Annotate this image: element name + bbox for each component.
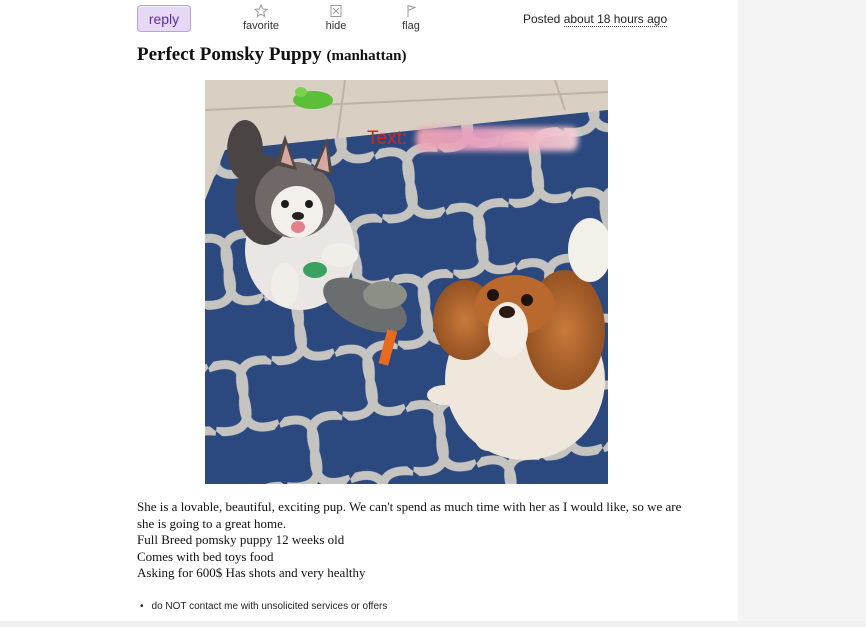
reply-button[interactable]: reply [137,5,191,32]
listing-title-text: Perfect Pomsky Puppy [137,44,322,65]
hide-label: hide [325,20,347,32]
posted-prefix: Posted [523,12,561,26]
listing-location: (manhattan) [326,48,407,64]
flag-icon [407,5,417,17]
posted-date: Posted about 18 hours ago [523,12,668,27]
listing-title: Perfect Pomsky Puppy (manhattan) [137,44,406,66]
listing-description: She is a lovable, beautiful, exciting pu… [137,499,738,582]
description-line: Comes with bed toys food [137,548,274,564]
page-side-background [738,0,866,627]
posted-relative-time[interactable]: about 18 hours ago [563,12,668,27]
page-bottom-background [0,621,866,627]
listing-photo[interactable]: Text: [205,80,608,484]
blurred-phone-number [416,127,578,151]
description-line: She is a lovable, beautiful, exciting pu… [137,499,682,514]
hide-icon [330,5,342,17]
flag-label: flag [402,20,420,32]
flag-button[interactable]: flag [393,4,429,32]
description-line: she is going to a great home. [137,515,287,531]
favorite-button[interactable]: favorite [236,4,286,32]
hide-button[interactable]: hide [316,4,356,32]
notice-item: do NOT contact me with unsolicited servi… [140,601,388,612]
description-line: Full Breed pomsky puppy 12 weeks old [137,532,345,547]
notices-list: do NOT contact me with unsolicited servi… [140,601,388,612]
description-line: Asking for 600$ Has shots and very healt… [137,565,366,580]
photo-overlay-text: Text: [367,128,408,149]
favorite-label: favorite [242,20,280,32]
star-icon [254,4,268,18]
